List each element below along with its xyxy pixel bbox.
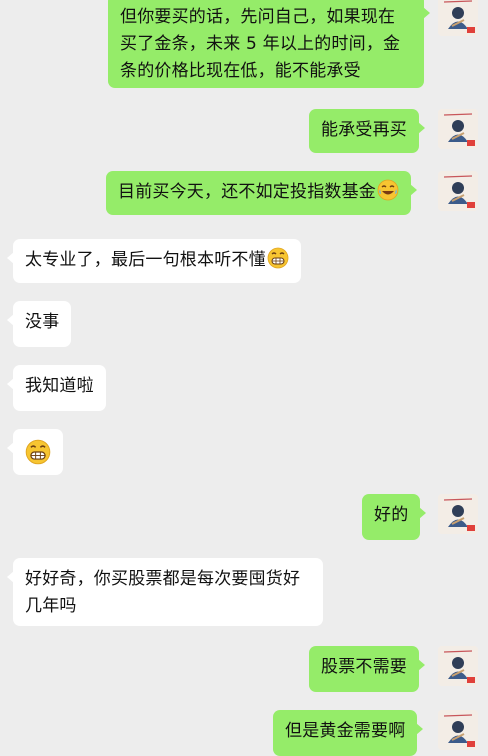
- message-text: 好的: [374, 505, 409, 525]
- my-avatar[interactable]: [438, 710, 478, 750]
- message-bubble-sent[interactable]: 股票不需要: [309, 646, 425, 692]
- message-text: 我知道啦: [25, 376, 94, 396]
- message-bubble-sent[interactable]: 能承受再买: [309, 109, 425, 153]
- message-bubble-received[interactable]: 好好奇，你买股票都是每次要囤货好几年吗: [7, 558, 323, 626]
- message-bubble-received[interactable]: [7, 429, 63, 475]
- message-bubble-received[interactable]: 没事: [6, 301, 72, 347]
- message-text: 但你要买的话，先问自己，如果现在买了金条，未来 5 年以上的时间，金条的价格比现…: [120, 7, 401, 81]
- message-text: 没事: [25, 312, 60, 332]
- message-bubble-received[interactable]: 太专业了，最后一句根本听不懂: [7, 239, 301, 283]
- message-text: 股票不需要: [321, 657, 407, 677]
- my-avatar[interactable]: [438, 646, 478, 686]
- message-text: 但是黄金需要啊: [285, 721, 406, 741]
- my-avatar[interactable]: [438, 494, 478, 534]
- message-text: 目前买今天，还不如定投指数基金: [118, 182, 376, 202]
- message-text: 太专业了，最后一句根本听不懂: [25, 250, 266, 270]
- my-avatar[interactable]: [438, 0, 478, 36]
- grimace-icon: [25, 439, 51, 465]
- laughing-tears-icon: [377, 179, 399, 201]
- my-avatar[interactable]: [438, 171, 478, 211]
- chat-screen: { "messages": [ {"from":"me","text":"但你要…: [0, 0, 488, 756]
- message-text: 好好奇，你买股票都是每次要囤货好几年吗: [25, 569, 301, 616]
- message-bubble-sent[interactable]: 但你要买的话，先问自己，如果现在买了金条，未来 5 年以上的时间，金条的价格比现…: [108, 0, 430, 88]
- message-bubble-sent[interactable]: 好的: [362, 494, 427, 540]
- message-text: 能承受再买: [321, 120, 407, 140]
- my-avatar[interactable]: [438, 109, 478, 149]
- message-bubble-sent[interactable]: 目前买今天，还不如定投指数基金: [106, 171, 417, 215]
- message-bubble-received[interactable]: 我知道啦: [7, 365, 106, 411]
- message-bubble-sent[interactable]: 但是黄金需要啊: [273, 710, 424, 756]
- grimace-icon: [267, 247, 289, 269]
